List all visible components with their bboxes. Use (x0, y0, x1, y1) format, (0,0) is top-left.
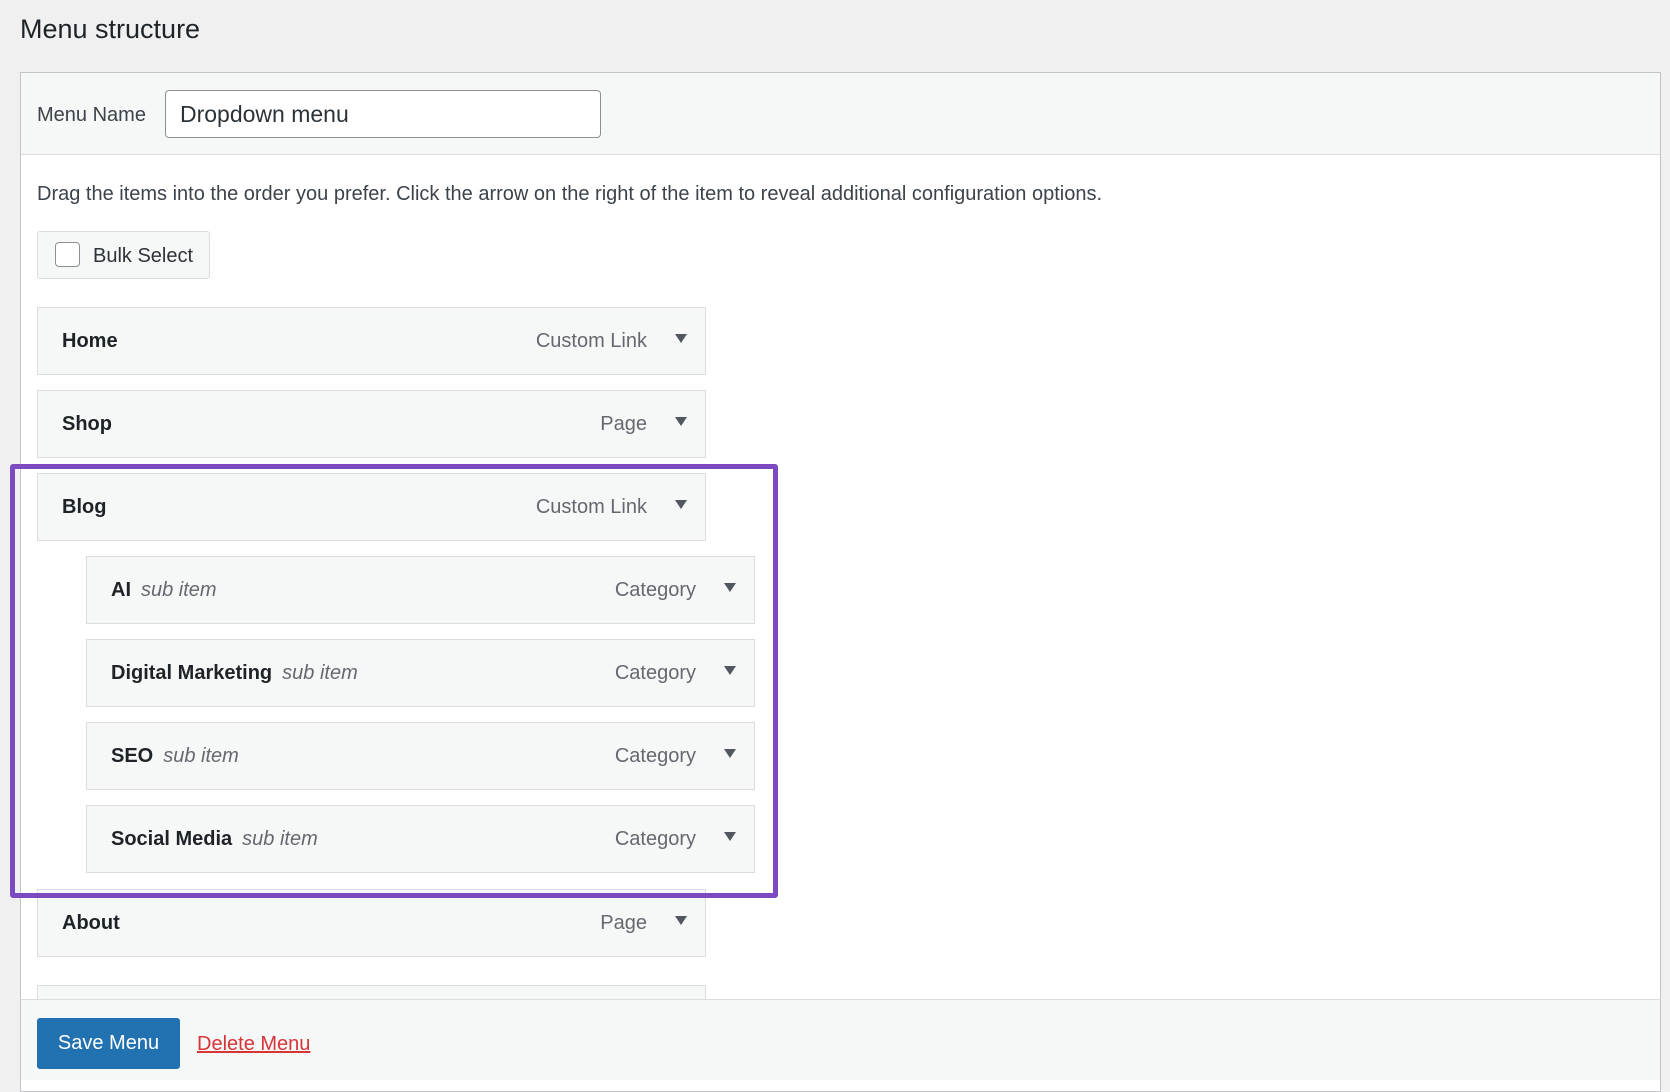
menu-item-title-text: Social Media (111, 828, 233, 850)
menu-item-type: Category (614, 579, 696, 601)
menu-item-blog[interactable]: Blog Custom Link (37, 473, 706, 541)
expand-arrow-icon[interactable] (675, 916, 687, 925)
menu-name-label: Menu Name (37, 104, 146, 126)
sub-item-label: sub item (282, 662, 358, 684)
sub-item-label: sub item (141, 579, 217, 601)
menu-name-header: Menu Name (21, 73, 1660, 155)
menu-item-type: Page (600, 413, 647, 435)
delete-menu-link[interactable]: Delete Menu (197, 1033, 310, 1056)
instructions-text: Drag the items into the order you prefer… (37, 183, 1103, 205)
expand-arrow-icon[interactable] (724, 749, 736, 758)
bulk-select-button[interactable]: Bulk Select (37, 231, 210, 279)
menu-item-title: SEO sub item (111, 745, 239, 768)
menu-item-title: About (62, 912, 120, 934)
menu-item-shop[interactable]: Shop Page (37, 390, 706, 458)
menu-item-title: Home (62, 330, 118, 352)
menu-item-seo[interactable]: SEO sub item Category (86, 722, 755, 790)
expand-arrow-icon[interactable] (724, 832, 736, 841)
menu-item-type: Page (600, 912, 647, 934)
sub-item-label: sub item (163, 745, 239, 767)
menu-item-type: Custom Link (535, 330, 647, 352)
menu-item-title-text: SEO (111, 745, 154, 767)
menu-item-title-text: Digital Marketing (111, 662, 273, 684)
expand-arrow-icon[interactable] (724, 666, 736, 675)
menu-item-type: Custom Link (535, 496, 647, 518)
bulk-select-checkbox[interactable] (55, 242, 80, 267)
menu-footer: Save Menu Delete Menu (20, 999, 1661, 1080)
menu-item-ai[interactable]: AI sub item Category (86, 556, 755, 624)
page-title: Menu structure (20, 14, 201, 44)
menu-item-digital-marketing[interactable]: Digital Marketing sub item Category (86, 639, 755, 707)
expand-arrow-icon[interactable] (724, 583, 736, 592)
menu-item-type: Category (614, 828, 696, 850)
menu-structure-panel: Menu Name Drag the items into the order … (20, 72, 1661, 1092)
menu-item-type: Category (614, 745, 696, 767)
expand-arrow-icon[interactable] (675, 500, 687, 509)
menu-name-input[interactable] (165, 90, 601, 138)
menu-item-title: Digital Marketing sub item (111, 662, 358, 685)
menu-item-about[interactable]: About Page (37, 889, 706, 957)
menu-item-title: Blog (62, 496, 107, 518)
menu-item-title: AI sub item (111, 579, 217, 602)
expand-arrow-icon[interactable] (675, 334, 687, 343)
save-menu-button[interactable]: Save Menu (37, 1018, 180, 1069)
menu-item-title: Social Media sub item (111, 828, 318, 851)
menu-item-title-text: AI (111, 579, 131, 601)
bulk-select-label: Bulk Select (93, 245, 194, 267)
menu-item-social-media[interactable]: Social Media sub item Category (86, 805, 755, 873)
menu-item-type: Category (614, 662, 696, 684)
expand-arrow-icon[interactable] (675, 417, 687, 426)
menu-item-title: Shop (62, 413, 112, 435)
menu-item-home[interactable]: Home Custom Link (37, 307, 706, 375)
sub-item-label: sub item (242, 828, 318, 850)
